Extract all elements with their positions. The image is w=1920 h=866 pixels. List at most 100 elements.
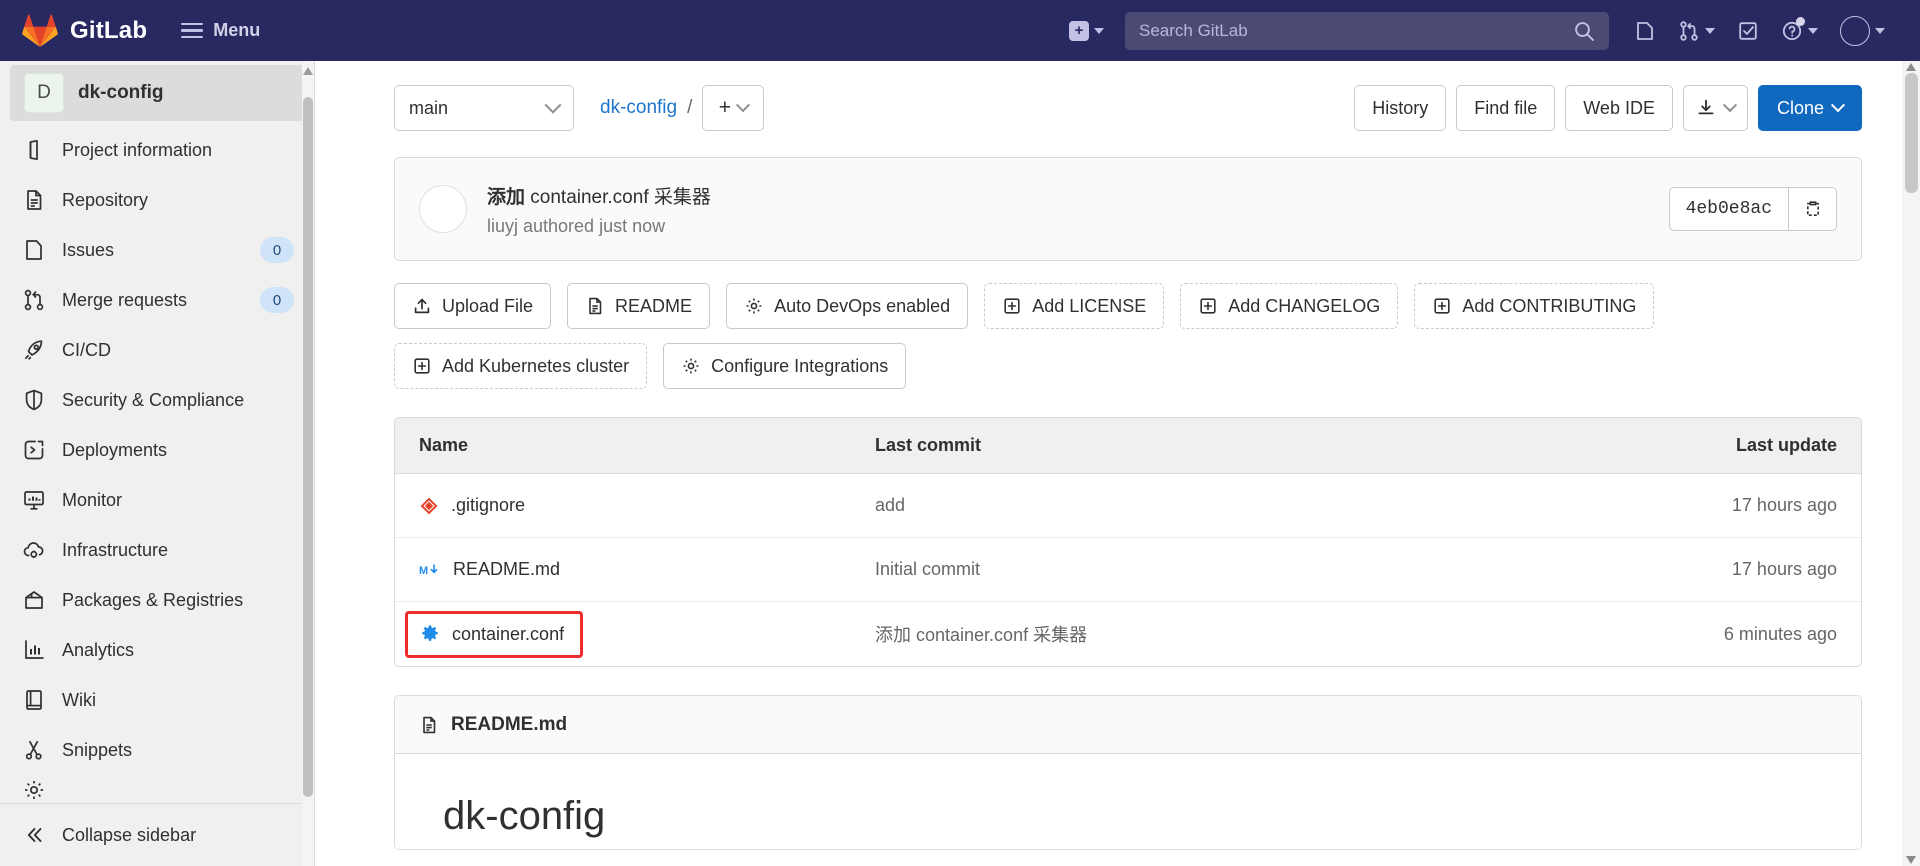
git-file-icon	[419, 496, 439, 516]
add-contributing-button[interactable]: Add CONTRIBUTING	[1414, 283, 1655, 329]
markdown-icon: M	[419, 562, 441, 578]
page-scrollbar[interactable]	[1902, 61, 1920, 866]
sidebar-item-wiki[interactable]: Wiki	[0, 675, 314, 725]
help-nav-button[interactable]	[1772, 13, 1827, 49]
main-menu-button[interactable]: Menu	[181, 20, 260, 41]
add-to-repository-button[interactable]: +	[702, 85, 765, 131]
sidebar-scrollbar-thumb[interactable]	[303, 97, 313, 797]
toolbar-right-actions: History Find file Web IDE Clone	[1354, 85, 1862, 131]
copy-sha-button[interactable]	[1789, 187, 1837, 231]
file-name-cell: .gitignore	[395, 495, 875, 516]
sidebar-item-merge-requests[interactable]: Merge requests 0	[0, 275, 314, 325]
action-label: Configure Integrations	[711, 355, 889, 376]
file-last-commit[interactable]: 添加 container.conf 采集器	[875, 621, 1631, 647]
file-last-update: 17 hours ago	[1731, 559, 1837, 579]
download-button[interactable]	[1682, 85, 1748, 131]
sidebar-item-label: Merge requests	[62, 289, 188, 310]
readme-button[interactable]: README	[567, 283, 711, 329]
sidebar-item-label: Repository	[62, 189, 149, 210]
commit-message-bold: 添加	[487, 186, 526, 208]
readme-heading: dk-config	[443, 794, 606, 838]
plus-label: +	[718, 96, 732, 119]
sidebar-item-analytics[interactable]: Analytics	[0, 625, 314, 675]
sidebar-project-header[interactable]: D dk-config	[10, 65, 306, 121]
chevron-down-icon	[735, 98, 751, 113]
file-name-link[interactable]: README.md	[453, 559, 560, 580]
commit-message[interactable]: 添加 container.conf 采集器	[487, 182, 711, 209]
merge-requests-nav-button[interactable]	[1669, 13, 1724, 49]
sidebar-item-security-compliance[interactable]: Security & Compliance	[0, 375, 314, 425]
navbar-right: + Search GitLab	[1060, 9, 1920, 53]
action-label: Upload File	[442, 295, 534, 316]
search-input[interactable]: Search GitLab	[1125, 11, 1609, 50]
web-ide-label: Web IDE	[1583, 97, 1655, 118]
sidebar-item-repository[interactable]: Repository	[0, 175, 314, 225]
todo-checkbox-icon	[1737, 20, 1759, 42]
collapse-sidebar-label: Collapse sidebar	[62, 824, 197, 845]
file-last-commit[interactable]: Initial commit	[875, 559, 1631, 580]
web-ide-button[interactable]: Web IDE	[1565, 85, 1673, 131]
user-menu-button[interactable]	[1831, 9, 1894, 53]
file-last-commit[interactable]: add	[875, 495, 1631, 516]
table-row[interactable]: .gitignore add 17 hours ago	[395, 474, 1861, 538]
plus-box-icon	[1432, 296, 1452, 316]
navbar-left: GitLab Menu	[0, 13, 260, 48]
gitlab-project-page: GitLab Menu + Search GitLab D dk-config …	[0, 0, 1920, 866]
issues-icon	[1634, 20, 1656, 42]
history-button[interactable]: History	[1354, 85, 1447, 131]
rocket-icon	[22, 338, 48, 362]
scroll-up-arrow-icon[interactable]	[1906, 63, 1916, 71]
top-navbar: GitLab Menu + Search GitLab	[0, 0, 1920, 61]
download-icon	[1696, 98, 1716, 118]
issues-nav-button[interactable]	[1625, 13, 1665, 49]
sidebar-item-label: Monitor	[62, 489, 123, 510]
collapse-sidebar-button[interactable]: Collapse sidebar	[0, 803, 314, 866]
page-scrollbar-thumb[interactable]	[1905, 73, 1918, 193]
sidebar-item-ci-cd[interactable]: CI/CD	[0, 325, 314, 375]
sidebar-item-infrastructure[interactable]: Infrastructure	[0, 525, 314, 575]
gitlab-logo-icon[interactable]	[22, 13, 58, 48]
column-header-last-update: Last update	[1735, 435, 1837, 455]
clone-label: Clone	[1776, 97, 1824, 118]
table-row[interactable]: container.conf 添加 container.conf 采集器 6 m…	[395, 602, 1861, 666]
breadcrumb-repo-link[interactable]: dk-config	[600, 97, 677, 119]
project-info-icon	[22, 138, 48, 162]
sidebar-item-issues[interactable]: Issues 0	[0, 225, 314, 275]
todos-nav-button[interactable]	[1728, 13, 1768, 49]
shield-icon	[22, 388, 48, 412]
table-row[interactable]: M README.md Initial commit 17 hours ago	[395, 538, 1861, 602]
commit-sha[interactable]: 4eb0e8ac	[1668, 187, 1789, 231]
add-kubernetes-cluster-button[interactable]: Add Kubernetes cluster	[394, 343, 648, 389]
file-table-header: Name Last commit Last update	[395, 418, 1861, 474]
sidebar-item-deployments[interactable]: Deployments	[0, 425, 314, 475]
file-name-link[interactable]: container.conf	[452, 624, 564, 645]
readme-card-header: README.md	[395, 696, 1861, 754]
add-license-button[interactable]: Add LICENSE	[984, 283, 1165, 329]
readme-filename[interactable]: README.md	[451, 714, 567, 736]
action-label: Add CONTRIBUTING	[1462, 295, 1637, 316]
branch-selector[interactable]: main	[394, 85, 574, 131]
branch-name: main	[409, 97, 449, 118]
action-label: Add Kubernetes cluster	[442, 355, 630, 376]
find-file-button[interactable]: Find file	[1456, 85, 1556, 131]
chevron-down-icon	[1705, 27, 1715, 34]
auto-devops-button[interactable]: Auto DevOps enabled	[726, 283, 969, 329]
sidebar-item-partial[interactable]	[0, 775, 314, 803]
new-item-button[interactable]: +	[1060, 14, 1113, 48]
sidebar-scrollbar[interactable]	[302, 61, 314, 866]
scroll-up-arrow-icon[interactable]	[303, 67, 313, 75]
sidebar-item-packages-registries[interactable]: Packages & Registries	[0, 575, 314, 625]
search-placeholder: Search GitLab	[1139, 20, 1248, 40]
svg-text:M: M	[419, 565, 428, 577]
readme-card: README.md dk-config	[394, 695, 1862, 850]
clone-button[interactable]: Clone	[1757, 85, 1862, 131]
scroll-down-arrow-icon[interactable]	[1906, 856, 1916, 864]
file-name-link[interactable]: .gitignore	[451, 495, 525, 516]
sidebar-item-monitor[interactable]: Monitor	[0, 475, 314, 525]
configure-integrations-button[interactable]: Configure Integrations	[663, 343, 907, 389]
add-changelog-button[interactable]: Add CHANGELOG	[1180, 283, 1399, 329]
sidebar-item-project-information[interactable]: Project information	[0, 125, 314, 175]
chevron-double-left-icon	[22, 823, 48, 847]
sidebar-item-snippets[interactable]: Snippets	[0, 725, 314, 775]
upload-file-button[interactable]: Upload File	[394, 283, 552, 329]
